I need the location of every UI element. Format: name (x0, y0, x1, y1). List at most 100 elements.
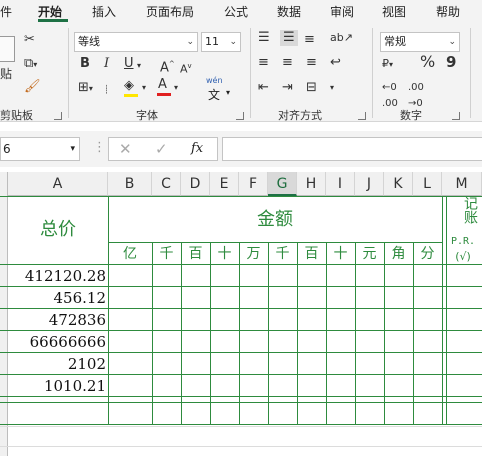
column-header-k[interactable]: K (384, 172, 413, 196)
column-header-b[interactable]: B (108, 172, 152, 196)
column-header-i[interactable]: I (326, 172, 355, 196)
unit-fen: 分 (420, 246, 435, 262)
unit-qian: 千 (159, 246, 174, 262)
font-color-dropdown-icon[interactable]: ▾ (174, 80, 178, 96)
middle-align-icon[interactable]: ☰ (280, 30, 298, 46)
table-border (384, 242, 385, 424)
total-cell[interactable]: 1010.21 (8, 375, 106, 397)
total-cell[interactable]: 412120.28 (8, 265, 106, 287)
resize-handle-icon[interactable]: ⋮ (93, 140, 106, 156)
comma-style-button[interactable]: 9 (446, 54, 456, 70)
tab-page-layout[interactable]: 页面布局 (146, 3, 194, 20)
align-left-icon[interactable]: ≡ (258, 55, 269, 71)
unit-shi: 十 (217, 246, 232, 262)
tab-insert[interactable]: 插入 (92, 3, 116, 20)
tab-formulas[interactable]: 公式 (224, 3, 248, 20)
font-name-value: 等线 (78, 35, 100, 48)
ribbon-home: 贴 ✂ ⧉▾ 🖌 剪贴板 等线 ⌄ 11 ⌄ B I U ▾ A^ Av ⊞▾ … (0, 22, 482, 122)
total-cell[interactable]: 472836 (8, 309, 106, 331)
increase-decimal-icon[interactable]: ←0.00 (382, 80, 398, 112)
font-color-icon: A (158, 77, 167, 92)
tab-help[interactable]: 帮助 (436, 3, 460, 20)
column-header-c[interactable]: C (152, 172, 181, 196)
font-color-button[interactable]: A (157, 77, 171, 96)
group-divider (250, 28, 251, 118)
tab-file[interactable]: 件 (0, 3, 12, 20)
tab-view[interactable]: 视图 (382, 3, 406, 20)
borders-icon[interactable]: ⊞▾ (78, 80, 93, 97)
font-launcher-icon[interactable] (236, 112, 244, 120)
cancel-icon[interactable]: ✕ (119, 140, 132, 158)
column-header-m[interactable]: M (442, 172, 482, 196)
paste-label: 贴 (0, 67, 13, 81)
grow-font-button[interactable]: A^ (160, 56, 175, 76)
name-box[interactable]: 6 ▾ (0, 137, 80, 161)
phonetic-pinyin: wén (206, 76, 223, 85)
table-border (210, 242, 211, 424)
font-name-select[interactable]: 等线 ⌄ (74, 32, 198, 52)
top-align-icon[interactable]: ☰ (258, 30, 270, 46)
alignment-launcher-icon[interactable] (358, 112, 366, 120)
total-cell[interactable]: 2102 (8, 353, 106, 375)
confirm-icon[interactable]: ✓ (155, 140, 168, 158)
column-header-g[interactable]: G (268, 172, 297, 196)
unit-qian-2: 千 (275, 246, 290, 262)
name-box-value: 6 (3, 142, 11, 156)
fill-color-button[interactable]: ◈ (124, 78, 138, 97)
tab-data[interactable]: 数据 (277, 3, 301, 20)
column-header-a[interactable]: A (8, 172, 108, 196)
fill-color-bar (124, 94, 138, 97)
align-right-icon[interactable]: ≡ (306, 55, 317, 71)
column-header-e[interactable]: E (210, 172, 239, 196)
orientation-icon[interactable]: ab↗ (330, 30, 353, 46)
formula-input[interactable] (222, 137, 482, 161)
column-header-h[interactable]: H (297, 172, 326, 196)
table-border (268, 242, 269, 424)
tab-home[interactable]: 开始 (38, 3, 62, 20)
copy-icon[interactable]: ⧉▾ (24, 56, 37, 73)
unit-yuan: 元 (362, 246, 377, 262)
underline-button[interactable]: U (124, 56, 134, 72)
chevron-down-icon: ▾ (70, 144, 75, 154)
column-header-j[interactable]: J (355, 172, 384, 196)
group-divider (68, 28, 69, 118)
italic-button[interactable]: I (104, 56, 109, 72)
column-header-l[interactable]: L (413, 172, 442, 196)
tab-review[interactable]: 审阅 (330, 3, 354, 20)
bold-button[interactable]: B (80, 56, 90, 72)
column-header-f[interactable]: F (239, 172, 268, 196)
format-painter-icon[interactable]: 🖌 (24, 79, 41, 95)
underline-dropdown-icon[interactable]: ▾ (137, 58, 141, 74)
bottom-align-icon[interactable]: ≡ (304, 32, 315, 48)
row-header-strip[interactable] (0, 172, 8, 456)
grow-font-icon: A (160, 60, 169, 76)
table-border (0, 196, 482, 197)
insert-function-icon[interactable]: fx (191, 141, 203, 156)
column-header-d[interactable]: D (181, 172, 210, 196)
table-border (181, 242, 182, 424)
wrap-text-icon[interactable]: ↩ (330, 55, 341, 71)
gridline (0, 426, 482, 427)
clipboard-launcher-icon[interactable] (54, 112, 62, 120)
table-border (239, 242, 240, 424)
shrink-font-button[interactable]: Av (180, 58, 192, 78)
merge-center-icon[interactable]: ⊟ (306, 80, 317, 96)
number-launcher-icon[interactable] (452, 112, 460, 120)
total-cell[interactable]: 66666666 (8, 331, 106, 353)
increase-indent-icon[interactable]: ⇥ (282, 80, 293, 96)
decrease-indent-icon[interactable]: ⇤ (258, 80, 269, 96)
fill-color-dropdown-icon[interactable]: ▾ (142, 80, 146, 96)
total-cell[interactable]: 456.12 (8, 287, 107, 309)
chevron-down-icon: ⌄ (186, 37, 194, 47)
table-border (442, 196, 443, 424)
cut-icon[interactable]: ✂ (24, 32, 35, 48)
phonetic-char: 文 (208, 88, 221, 102)
font-size-select[interactable]: 11 ⌄ (201, 32, 241, 52)
percent-button[interactable]: % (420, 54, 435, 70)
paste-icon[interactable] (0, 36, 15, 62)
align-center-icon[interactable]: ≡ (282, 55, 293, 71)
phonetic-guide-button[interactable]: wén 文 ▾ (204, 74, 234, 102)
accounting-format-icon[interactable]: ₽▾ (382, 56, 393, 73)
number-format-select[interactable]: 常规 ⌄ (380, 32, 460, 52)
merge-dropdown-icon[interactable]: ▾ (330, 80, 334, 96)
